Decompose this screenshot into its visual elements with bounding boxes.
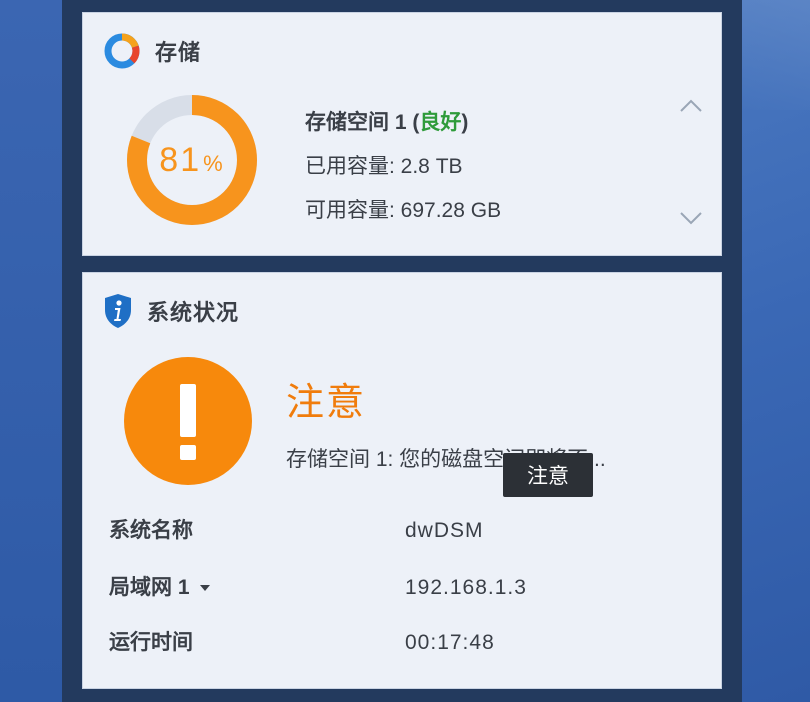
system-status-title: 系统状况 bbox=[147, 300, 240, 325]
used-capacity-row: 已用容量: 2.8 TB bbox=[305, 145, 501, 189]
storage-widget: 存储 81% 存储空间 1 (良好) 已用容量: 2.8 TB 可用容量: 69… bbox=[82, 12, 722, 256]
chevron-down-icon[interactable] bbox=[679, 211, 703, 225]
exclamation-dot bbox=[180, 445, 196, 460]
widget-bottom-strip bbox=[62, 689, 742, 702]
lan-row: 局域网 1 192.168.1.3 bbox=[109, 573, 709, 603]
volume-name[interactable]: 存储空间 1 bbox=[305, 111, 407, 134]
free-capacity-value: 697.28 GB bbox=[400, 199, 502, 222]
volume-status: 良好 bbox=[419, 111, 462, 134]
status-open-paren: ( bbox=[406, 111, 420, 134]
free-capacity-label: 可用容量: bbox=[305, 199, 401, 222]
system-name-value: dwDSM bbox=[405, 519, 484, 542]
lan-label: 局域网 1 bbox=[109, 576, 190, 599]
uptime-label: 运行时间 bbox=[109, 631, 193, 654]
system-status-header: 系统状况 bbox=[103, 293, 239, 329]
free-capacity-row: 可用容量: 697.28 GB bbox=[305, 189, 501, 233]
desktop-left-area bbox=[0, 0, 62, 702]
storage-title: 存储 bbox=[155, 40, 202, 65]
system-name-label: 系统名称 bbox=[109, 519, 193, 542]
used-capacity-label: 已用容量: bbox=[305, 155, 401, 178]
storage-ring-icon bbox=[104, 33, 140, 69]
storage-usage-donut: 81% bbox=[126, 94, 258, 226]
lan-ip-value: 192.168.1.3 bbox=[405, 576, 527, 599]
system-name-row: 系统名称 dwDSM bbox=[109, 516, 709, 546]
alert-tooltip: 注意 bbox=[503, 453, 593, 497]
uptime-value: 00:17:48 bbox=[405, 631, 495, 654]
system-status-widget: 系统状况 注意 存储空间 1: 您的磁盘空间即将不... 注意 系统名称 dwD… bbox=[82, 272, 722, 689]
widget-column: 存储 81% 存储空间 1 (良好) 已用容量: 2.8 TB 可用容量: 69… bbox=[62, 0, 742, 702]
alert-message[interactable]: 存储空间 1: 您的磁盘空间即将不... bbox=[286, 443, 676, 473]
exclamation-bar bbox=[180, 384, 196, 437]
uptime-row: 运行时间 00:17:48 bbox=[109, 628, 709, 658]
lan-label-wrap[interactable]: 局域网 1 bbox=[109, 573, 210, 603]
storage-header: 存储 bbox=[103, 33, 201, 69]
desktop-right-area bbox=[742, 0, 810, 702]
info-shield-icon bbox=[105, 294, 131, 328]
usage-percent-sign: % bbox=[203, 151, 225, 176]
alert-title: 注意 bbox=[286, 382, 367, 424]
chevron-up-icon[interactable] bbox=[679, 99, 703, 113]
caret-down-icon[interactable] bbox=[199, 585, 210, 592]
usage-percent-number: 81 bbox=[159, 140, 202, 179]
exclamation-icon bbox=[124, 357, 252, 485]
usage-percent-label: 81% bbox=[126, 94, 258, 226]
status-close-paren: ) bbox=[461, 111, 469, 134]
used-capacity-value: 2.8 TB bbox=[400, 155, 463, 178]
volume-row: 存储空间 1 (良好) bbox=[305, 101, 501, 145]
storage-info: 存储空间 1 (良好) 已用容量: 2.8 TB 可用容量: 697.28 GB bbox=[305, 101, 501, 233]
